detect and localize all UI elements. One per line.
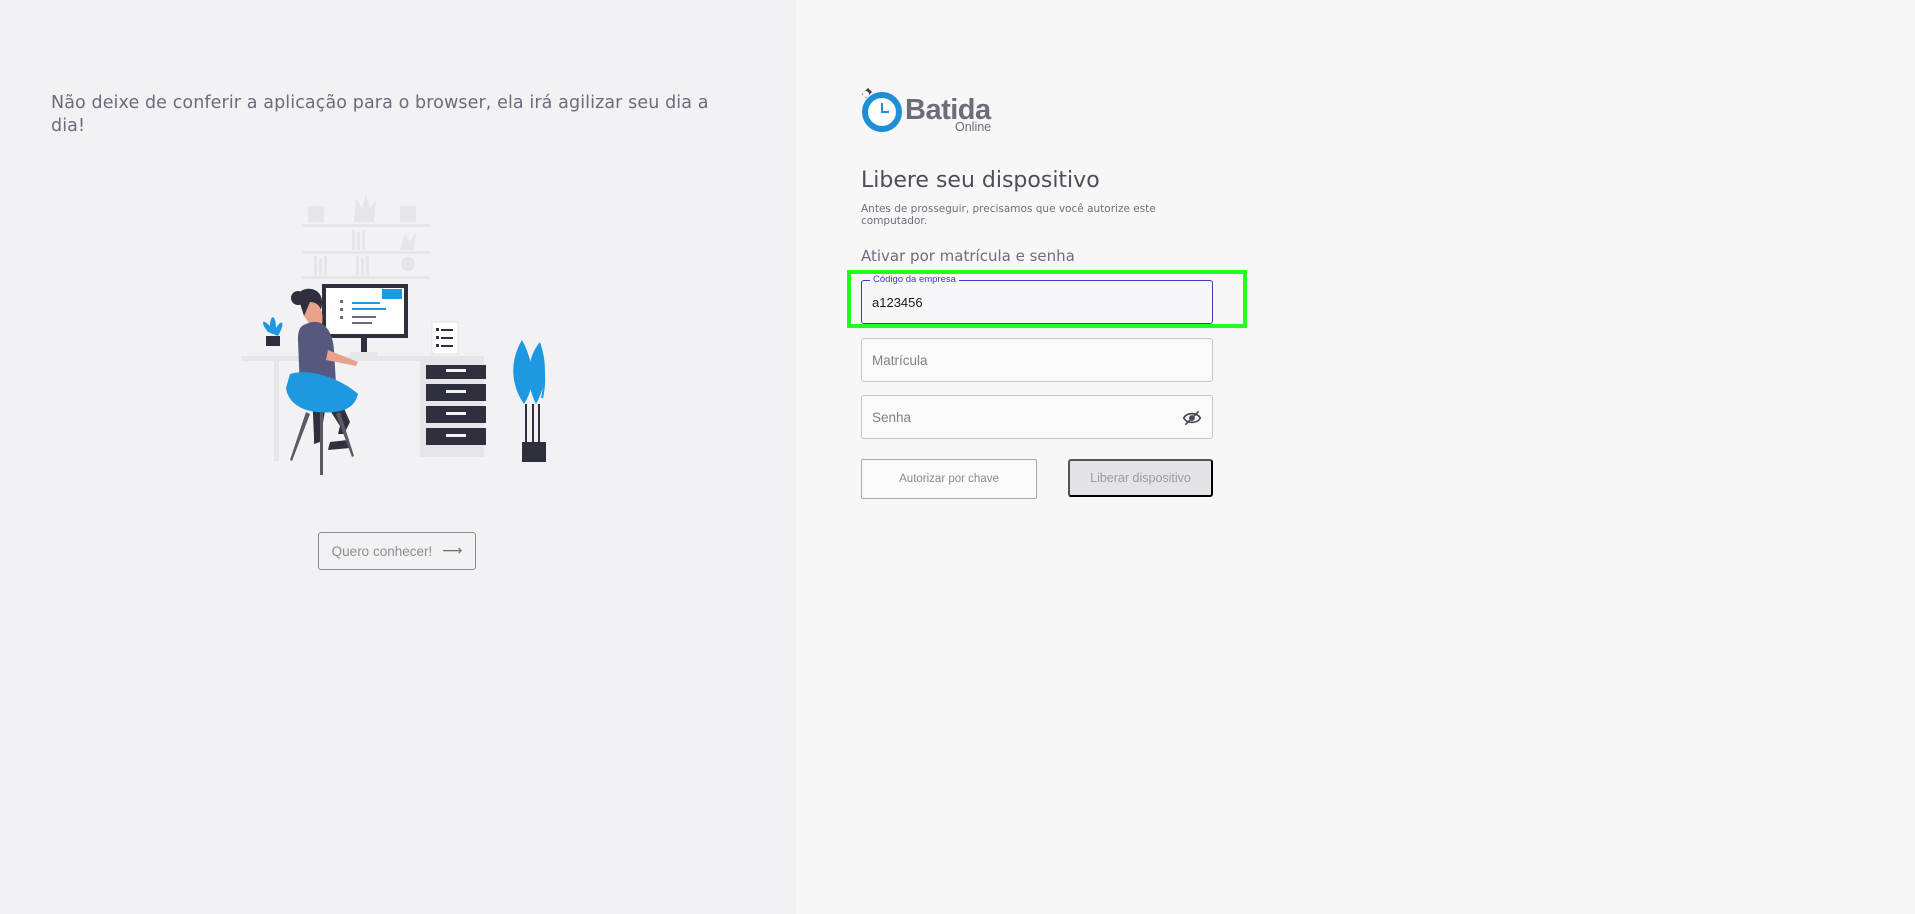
- form-description: Antes de prosseguir, precisamos que você…: [861, 203, 1156, 227]
- company-code-field[interactable]: Código da empresa a123456: [861, 274, 1213, 324]
- eye-off-icon[interactable]: [1182, 409, 1202, 427]
- registration-field[interactable]: Matrícula: [861, 338, 1213, 382]
- logo-subtitle: Online: [955, 120, 992, 134]
- registration-placeholder: Matrícula: [872, 353, 928, 368]
- form-title: Libere seu dispositivo: [861, 168, 1100, 193]
- password-placeholder: Senha: [872, 410, 912, 425]
- activation-method-label: Ativar por matrícula e senha: [861, 247, 1075, 265]
- company-code-value: a123456: [872, 295, 923, 310]
- arrow-right-icon: ⟶: [442, 543, 463, 559]
- logo: Batida Online: [860, 88, 1010, 138]
- authorize-by-key-button[interactable]: Autorizar por chave: [861, 459, 1037, 499]
- workspace-illustration: [242, 194, 546, 475]
- clock-logo-icon: [862, 88, 902, 132]
- promo-text: Não deixe de conferir a aplicação para o…: [51, 93, 709, 136]
- password-field[interactable]: Senha: [861, 395, 1213, 439]
- release-device-button[interactable]: Liberar dispositivo: [1068, 459, 1213, 497]
- promo-panel: Não deixe de conferir a aplicação para o…: [0, 0, 796, 914]
- learn-more-label: Quero conhecer!: [331, 543, 433, 559]
- learn-more-button[interactable]: Quero conhecer! ⟶: [318, 532, 476, 570]
- company-code-label: Código da empresa: [870, 274, 959, 285]
